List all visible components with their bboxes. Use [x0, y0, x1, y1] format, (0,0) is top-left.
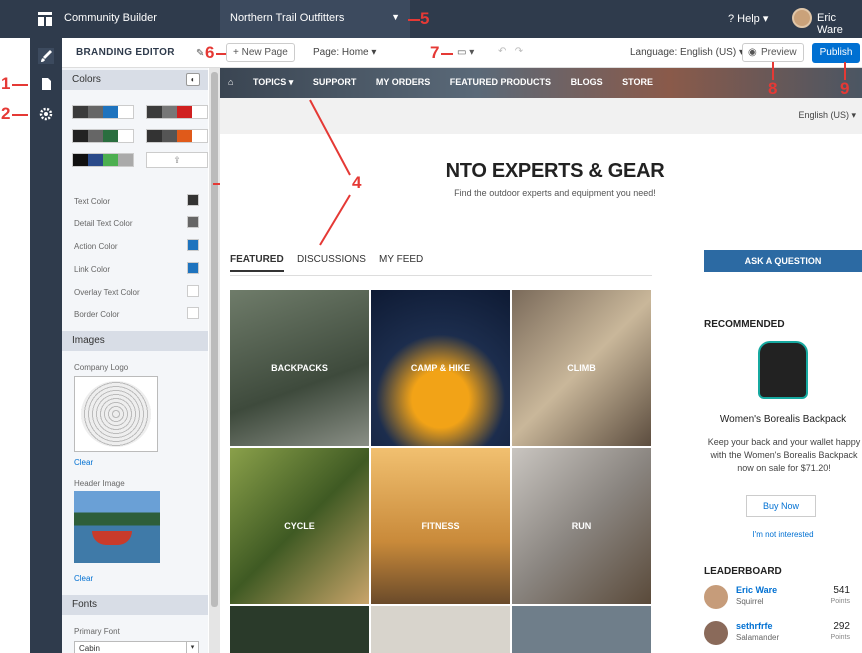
callout-number: 9	[840, 79, 850, 98]
callout-number: 8	[768, 79, 778, 98]
callout-arrows	[309, 62, 846, 246]
callout-number: 4	[352, 173, 362, 192]
